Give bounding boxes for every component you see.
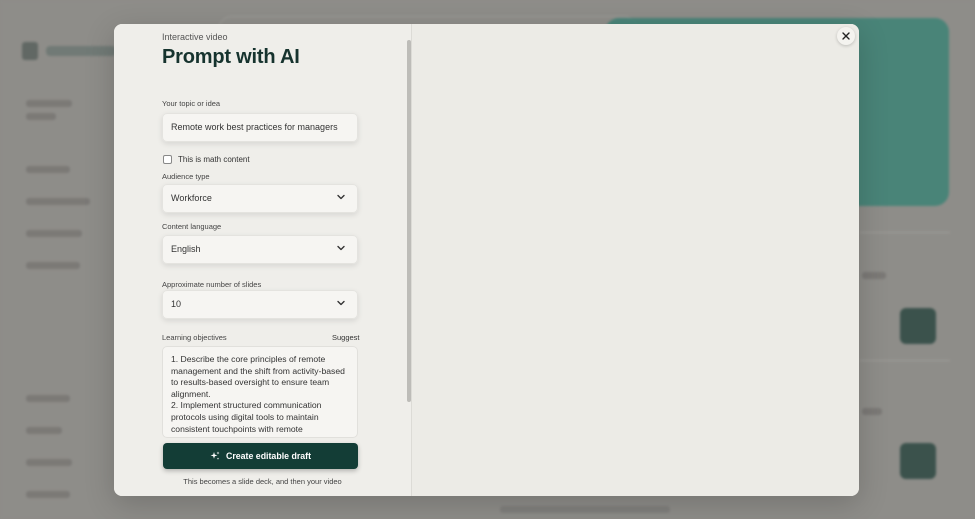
- objectives-label: Learning objectives: [162, 333, 227, 342]
- create-draft-label: Create editable draft: [225, 451, 312, 461]
- modal-eyebrow: Interactive video: [162, 32, 228, 42]
- bg-text: [862, 408, 882, 415]
- audience-select[interactable]: Workforce: [162, 184, 358, 213]
- language-select-value: English: [171, 244, 201, 254]
- prompt-with-ai-modal: Interactive video Prompt with AI Your to…: [114, 24, 859, 496]
- bg-nav-item: [26, 198, 90, 205]
- bg-nav-item: [26, 166, 70, 173]
- bg-nav-item: [26, 427, 62, 434]
- math-content-checkbox[interactable]: [163, 155, 172, 164]
- cta-footnote: This becomes a slide deck, and then your…: [183, 477, 342, 486]
- preview-pane: [411, 24, 859, 496]
- close-button[interactable]: [837, 27, 855, 45]
- objectives-textarea[interactable]: 1. Describe the core principles of remot…: [162, 346, 358, 438]
- bg-nav-item: [26, 491, 70, 498]
- bg-text: [26, 100, 72, 107]
- app-logo: [22, 42, 38, 60]
- bg-thumbnail: [900, 308, 936, 344]
- create-draft-button[interactable]: Create editable draft: [163, 443, 358, 469]
- bg-text: [862, 272, 886, 279]
- slides-select[interactable]: 10: [162, 290, 358, 319]
- bg-text: [26, 113, 56, 120]
- form-pane: Interactive video Prompt with AI Your to…: [114, 24, 411, 496]
- topic-label: Your topic or idea: [162, 99, 221, 108]
- bg-nav-item: [26, 230, 82, 237]
- audience-select-value: Workforce: [171, 193, 212, 203]
- slides-select-value: 10: [171, 299, 182, 309]
- topic-input-value: Remote work best practices for managers: [171, 122, 338, 132]
- bg-divider: [860, 232, 950, 233]
- close-icon: [842, 32, 850, 40]
- math-content-label: This is math content: [178, 155, 250, 164]
- language-select[interactable]: English: [162, 235, 358, 264]
- bg-divider: [860, 360, 950, 361]
- bg-nav-item: [26, 395, 70, 402]
- bg-thumbnail: [900, 443, 936, 479]
- app-logo-wordmark: [46, 46, 116, 56]
- chevron-down-icon: [337, 245, 345, 251]
- bg-nav-item: [26, 262, 80, 269]
- chevron-down-icon: [337, 194, 345, 200]
- sparkle-icon: [210, 451, 220, 460]
- topic-input[interactable]: Remote work best practices for managers: [162, 113, 358, 142]
- audience-label: Audience type: [162, 172, 210, 181]
- bg-nav-item: [26, 459, 72, 466]
- chevron-down-icon: [337, 300, 345, 306]
- language-label: Content language: [162, 222, 222, 231]
- slides-label: Approximate number of slides: [162, 280, 262, 289]
- modal-title: Prompt with AI: [162, 46, 300, 68]
- suggest-button[interactable]: Suggest: [332, 333, 360, 342]
- bg-text: [500, 506, 670, 513]
